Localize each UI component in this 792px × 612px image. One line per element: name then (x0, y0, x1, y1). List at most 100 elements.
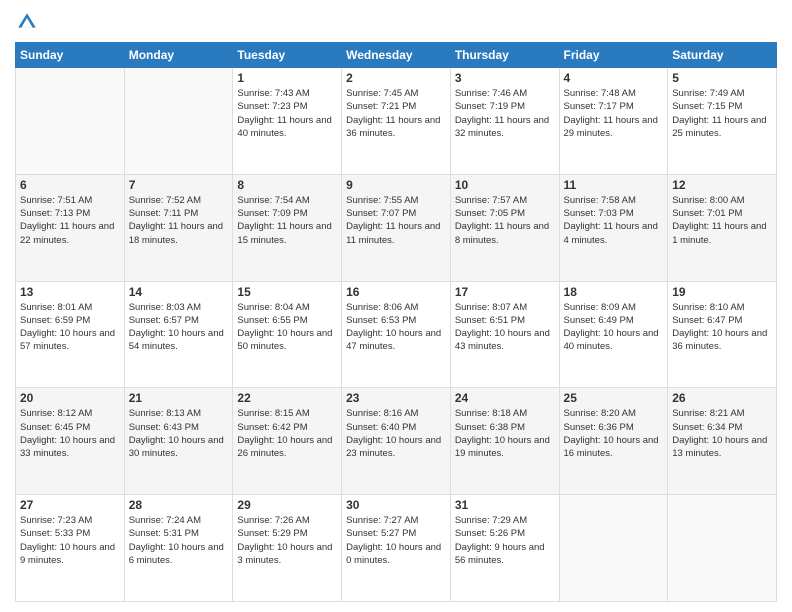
calendar-day-cell (16, 68, 125, 175)
calendar-day-cell: 19 Sunrise: 8:10 AM Sunset: 6:47 PM Dayli… (668, 281, 777, 388)
day-number: 5 (672, 71, 772, 85)
calendar-day-cell: 22 Sunrise: 8:15 AM Sunset: 6:42 PM Dayli… (233, 388, 342, 495)
day-header-saturday: Saturday (668, 43, 777, 68)
calendar-day-cell: 26 Sunrise: 8:21 AM Sunset: 6:34 PM Dayli… (668, 388, 777, 495)
calendar-day-cell: 30 Sunrise: 7:27 AM Sunset: 5:27 PM Dayli… (342, 495, 451, 602)
day-number: 24 (455, 391, 555, 405)
calendar-day-cell: 21Sunrise: 8:13 AM Sunset: 6:43 PM Dayli… (124, 388, 233, 495)
day-number: 26 (672, 391, 772, 405)
calendar-day-cell: 31 Sunrise: 7:29 AM Sunset: 5:26 PM Dayli… (450, 495, 559, 602)
logo (15, 10, 43, 34)
day-info: Sunrise: 7:52 AM Sunset: 7:11 PM Dayligh… (129, 194, 229, 247)
calendar-day-cell: 6 Sunrise: 7:51 AM Sunset: 7:13 PM Daylig… (16, 174, 125, 281)
calendar-header-row: SundayMondayTuesdayWednesdayThursdayFrid… (16, 43, 777, 68)
calendar-page: SundayMondayTuesdayWednesdayThursdayFrid… (0, 0, 792, 612)
day-number: 27 (20, 498, 120, 512)
day-info: Sunrise: 8:15 AM Sunset: 6:42 PM Dayligh… (237, 407, 337, 460)
day-header-thursday: Thursday (450, 43, 559, 68)
calendar-day-cell: 3 Sunrise: 7:46 AM Sunset: 7:19 PM Daylig… (450, 68, 559, 175)
day-info: Sunrise: 7:43 AM Sunset: 7:23 PM Dayligh… (237, 87, 337, 140)
calendar-day-cell (668, 495, 777, 602)
calendar-body: 1 Sunrise: 7:43 AM Sunset: 7:23 PM Daylig… (16, 68, 777, 602)
day-number: 1 (237, 71, 337, 85)
day-info: Sunrise: 7:54 AM Sunset: 7:09 PM Dayligh… (237, 194, 337, 247)
day-info: Sunrise: 8:18 AM Sunset: 6:38 PM Dayligh… (455, 407, 555, 460)
day-info: Sunrise: 7:23 AM Sunset: 5:33 PM Dayligh… (20, 514, 120, 567)
calendar-day-cell: 24 Sunrise: 8:18 AM Sunset: 6:38 PM Dayli… (450, 388, 559, 495)
day-number: 2 (346, 71, 446, 85)
day-info: Sunrise: 7:27 AM Sunset: 5:27 PM Dayligh… (346, 514, 446, 567)
day-info: Sunrise: 8:12 AM Sunset: 6:45 PM Dayligh… (20, 407, 120, 460)
calendar-week-row: 20 Sunrise: 8:12 AM Sunset: 6:45 PM Dayli… (16, 388, 777, 495)
calendar-week-row: 27 Sunrise: 7:23 AM Sunset: 5:33 PM Dayli… (16, 495, 777, 602)
day-number: 15 (237, 285, 337, 299)
day-number: 7 (129, 178, 229, 192)
calendar-day-cell: 15 Sunrise: 8:04 AM Sunset: 6:55 PM Dayli… (233, 281, 342, 388)
day-number: 29 (237, 498, 337, 512)
calendar-day-cell: 28Sunrise: 7:24 AM Sunset: 5:31 PM Dayli… (124, 495, 233, 602)
day-info: Sunrise: 7:57 AM Sunset: 7:05 PM Dayligh… (455, 194, 555, 247)
day-number: 13 (20, 285, 120, 299)
calendar-day-cell (124, 68, 233, 175)
day-info: Sunrise: 7:49 AM Sunset: 7:15 PM Dayligh… (672, 87, 772, 140)
calendar-day-cell: 11Sunrise: 7:58 AM Sunset: 7:03 PM Dayli… (559, 174, 668, 281)
calendar-day-cell: 17 Sunrise: 8:07 AM Sunset: 6:51 PM Dayli… (450, 281, 559, 388)
day-header-monday: Monday (124, 43, 233, 68)
calendar-day-cell: 29Sunrise: 7:26 AM Sunset: 5:29 PM Dayli… (233, 495, 342, 602)
day-info: Sunrise: 8:10 AM Sunset: 6:47 PM Dayligh… (672, 301, 772, 354)
calendar-day-cell: 2 Sunrise: 7:45 AM Sunset: 7:21 PM Daylig… (342, 68, 451, 175)
calendar-week-row: 1 Sunrise: 7:43 AM Sunset: 7:23 PM Daylig… (16, 68, 777, 175)
header (15, 10, 777, 34)
day-number: 31 (455, 498, 555, 512)
day-number: 20 (20, 391, 120, 405)
day-number: 30 (346, 498, 446, 512)
day-info: Sunrise: 8:01 AM Sunset: 6:59 PM Dayligh… (20, 301, 120, 354)
day-number: 12 (672, 178, 772, 192)
calendar-week-row: 13 Sunrise: 8:01 AM Sunset: 6:59 PM Dayli… (16, 281, 777, 388)
day-info: Sunrise: 8:00 AM Sunset: 7:01 PM Dayligh… (672, 194, 772, 247)
day-info: Sunrise: 8:07 AM Sunset: 6:51 PM Dayligh… (455, 301, 555, 354)
day-number: 17 (455, 285, 555, 299)
calendar-day-cell: 9Sunrise: 7:55 AM Sunset: 7:07 PM Daylig… (342, 174, 451, 281)
day-number: 28 (129, 498, 229, 512)
calendar-day-cell (559, 495, 668, 602)
day-number: 25 (564, 391, 664, 405)
day-info: Sunrise: 7:45 AM Sunset: 7:21 PM Dayligh… (346, 87, 446, 140)
day-number: 3 (455, 71, 555, 85)
calendar-day-cell: 14 Sunrise: 8:03 AM Sunset: 6:57 PM Dayli… (124, 281, 233, 388)
day-header-friday: Friday (559, 43, 668, 68)
day-info: Sunrise: 8:09 AM Sunset: 6:49 PM Dayligh… (564, 301, 664, 354)
calendar-day-cell: 12 Sunrise: 8:00 AM Sunset: 7:01 PM Dayli… (668, 174, 777, 281)
day-info: Sunrise: 8:04 AM Sunset: 6:55 PM Dayligh… (237, 301, 337, 354)
day-info: Sunrise: 8:21 AM Sunset: 6:34 PM Dayligh… (672, 407, 772, 460)
day-number: 18 (564, 285, 664, 299)
day-info: Sunrise: 7:29 AM Sunset: 5:26 PM Dayligh… (455, 514, 555, 567)
day-info: Sunrise: 8:16 AM Sunset: 6:40 PM Dayligh… (346, 407, 446, 460)
day-info: Sunrise: 8:20 AM Sunset: 6:36 PM Dayligh… (564, 407, 664, 460)
day-number: 22 (237, 391, 337, 405)
day-number: 19 (672, 285, 772, 299)
calendar-day-cell: 27 Sunrise: 7:23 AM Sunset: 5:33 PM Dayli… (16, 495, 125, 602)
day-number: 14 (129, 285, 229, 299)
day-info: Sunrise: 8:06 AM Sunset: 6:53 PM Dayligh… (346, 301, 446, 354)
calendar-day-cell: 1 Sunrise: 7:43 AM Sunset: 7:23 PM Daylig… (233, 68, 342, 175)
day-header-wednesday: Wednesday (342, 43, 451, 68)
day-number: 8 (237, 178, 337, 192)
day-info: Sunrise: 7:58 AM Sunset: 7:03 PM Dayligh… (564, 194, 664, 247)
calendar-day-cell: 13 Sunrise: 8:01 AM Sunset: 6:59 PM Dayli… (16, 281, 125, 388)
day-info: Sunrise: 8:03 AM Sunset: 6:57 PM Dayligh… (129, 301, 229, 354)
day-number: 6 (20, 178, 120, 192)
calendar-week-row: 6 Sunrise: 7:51 AM Sunset: 7:13 PM Daylig… (16, 174, 777, 281)
calendar-day-cell: 10 Sunrise: 7:57 AM Sunset: 7:05 PM Dayli… (450, 174, 559, 281)
calendar-day-cell: 8 Sunrise: 7:54 AM Sunset: 7:09 PM Daylig… (233, 174, 342, 281)
day-number: 10 (455, 178, 555, 192)
day-info: Sunrise: 7:51 AM Sunset: 7:13 PM Dayligh… (20, 194, 120, 247)
calendar-day-cell: 25 Sunrise: 8:20 AM Sunset: 6:36 PM Dayli… (559, 388, 668, 495)
day-info: Sunrise: 7:46 AM Sunset: 7:19 PM Dayligh… (455, 87, 555, 140)
day-info: Sunrise: 7:55 AM Sunset: 7:07 PM Dayligh… (346, 194, 446, 247)
calendar-day-cell: 4Sunrise: 7:48 AM Sunset: 7:17 PM Daylig… (559, 68, 668, 175)
day-header-sunday: Sunday (16, 43, 125, 68)
calendar-day-cell: 18 Sunrise: 8:09 AM Sunset: 6:49 PM Dayli… (559, 281, 668, 388)
day-number: 21 (129, 391, 229, 405)
logo-icon (15, 10, 39, 34)
